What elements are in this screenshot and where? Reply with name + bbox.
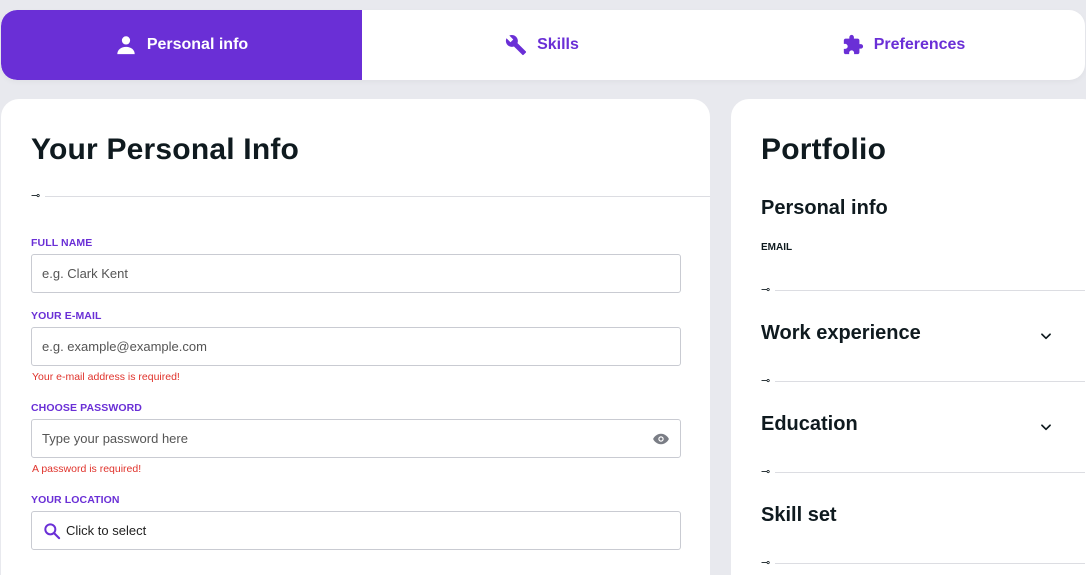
divider-mark-icon: ⊸ <box>761 557 771 569</box>
tab-preferences[interactable]: Preferences <box>722 10 1085 80</box>
page-title: Your Personal Info <box>31 133 300 166</box>
divider-mark-icon: ⊸ <box>761 284 771 296</box>
email-label: YOUR E-MAIL <box>31 310 102 322</box>
chevron-down-icon[interactable] <box>1039 329 1053 343</box>
divider-mark-icon: ⊸ <box>761 375 771 387</box>
location-label: YOUR LOCATION <box>31 494 120 506</box>
chevron-down-icon[interactable] <box>1039 420 1053 434</box>
title-divider: ⊸ <box>31 190 710 202</box>
eye-icon[interactable] <box>652 430 670 448</box>
wrench-icon <box>505 35 527 56</box>
section-divider: ⊸ <box>761 284 1085 296</box>
puzzle-icon <box>843 34 863 55</box>
password-input[interactable] <box>42 431 652 446</box>
section-divider: ⊸ <box>761 466 1085 478</box>
tab-label: Personal info <box>146 36 249 53</box>
divider-mark-icon: ⊸ <box>31 190 41 202</box>
user-icon <box>117 36 135 55</box>
search-icon <box>44 522 61 539</box>
work-experience-heading[interactable]: Work experience <box>761 322 921 345</box>
full-name-field <box>31 254 681 293</box>
password-error: A password is required! <box>32 463 142 475</box>
password-field <box>31 419 681 458</box>
education-heading[interactable]: Education <box>761 413 858 436</box>
tab-label: Preferences <box>873 36 966 53</box>
step-tabs: Personal info Skills Preferences <box>1 10 1085 80</box>
tab-skills[interactable]: Skills <box>362 10 722 80</box>
email-error: Your e-mail address is required! <box>32 371 180 383</box>
full-name-input[interactable] <box>42 266 670 281</box>
location-value: Click to select <box>66 523 147 538</box>
email-input[interactable] <box>42 339 670 354</box>
personal-info-card: Your Personal Info ⊸ FULL NAME YOUR E-MA… <box>1 99 710 575</box>
password-label: CHOOSE PASSWORD <box>31 402 142 414</box>
skill-set-heading: Skill set <box>761 504 837 526</box>
portfolio-title: Portfolio <box>761 133 887 166</box>
tab-personal-info[interactable]: Personal info <box>1 10 362 80</box>
section-divider: ⊸ <box>761 557 1085 569</box>
email-field <box>31 327 681 366</box>
full-name-label: FULL NAME <box>31 237 93 249</box>
portfolio-card: Portfolio Personal info EMAIL ⊸ Work exp… <box>731 99 1086 575</box>
section-divider: ⊸ <box>761 375 1085 387</box>
portfolio-personal-info-heading: Personal info <box>761 197 888 219</box>
location-select[interactable]: Click to select <box>31 511 681 550</box>
tab-label: Skills <box>537 36 579 53</box>
divider-mark-icon: ⊸ <box>761 466 771 478</box>
portfolio-email-label: EMAIL <box>761 242 793 253</box>
